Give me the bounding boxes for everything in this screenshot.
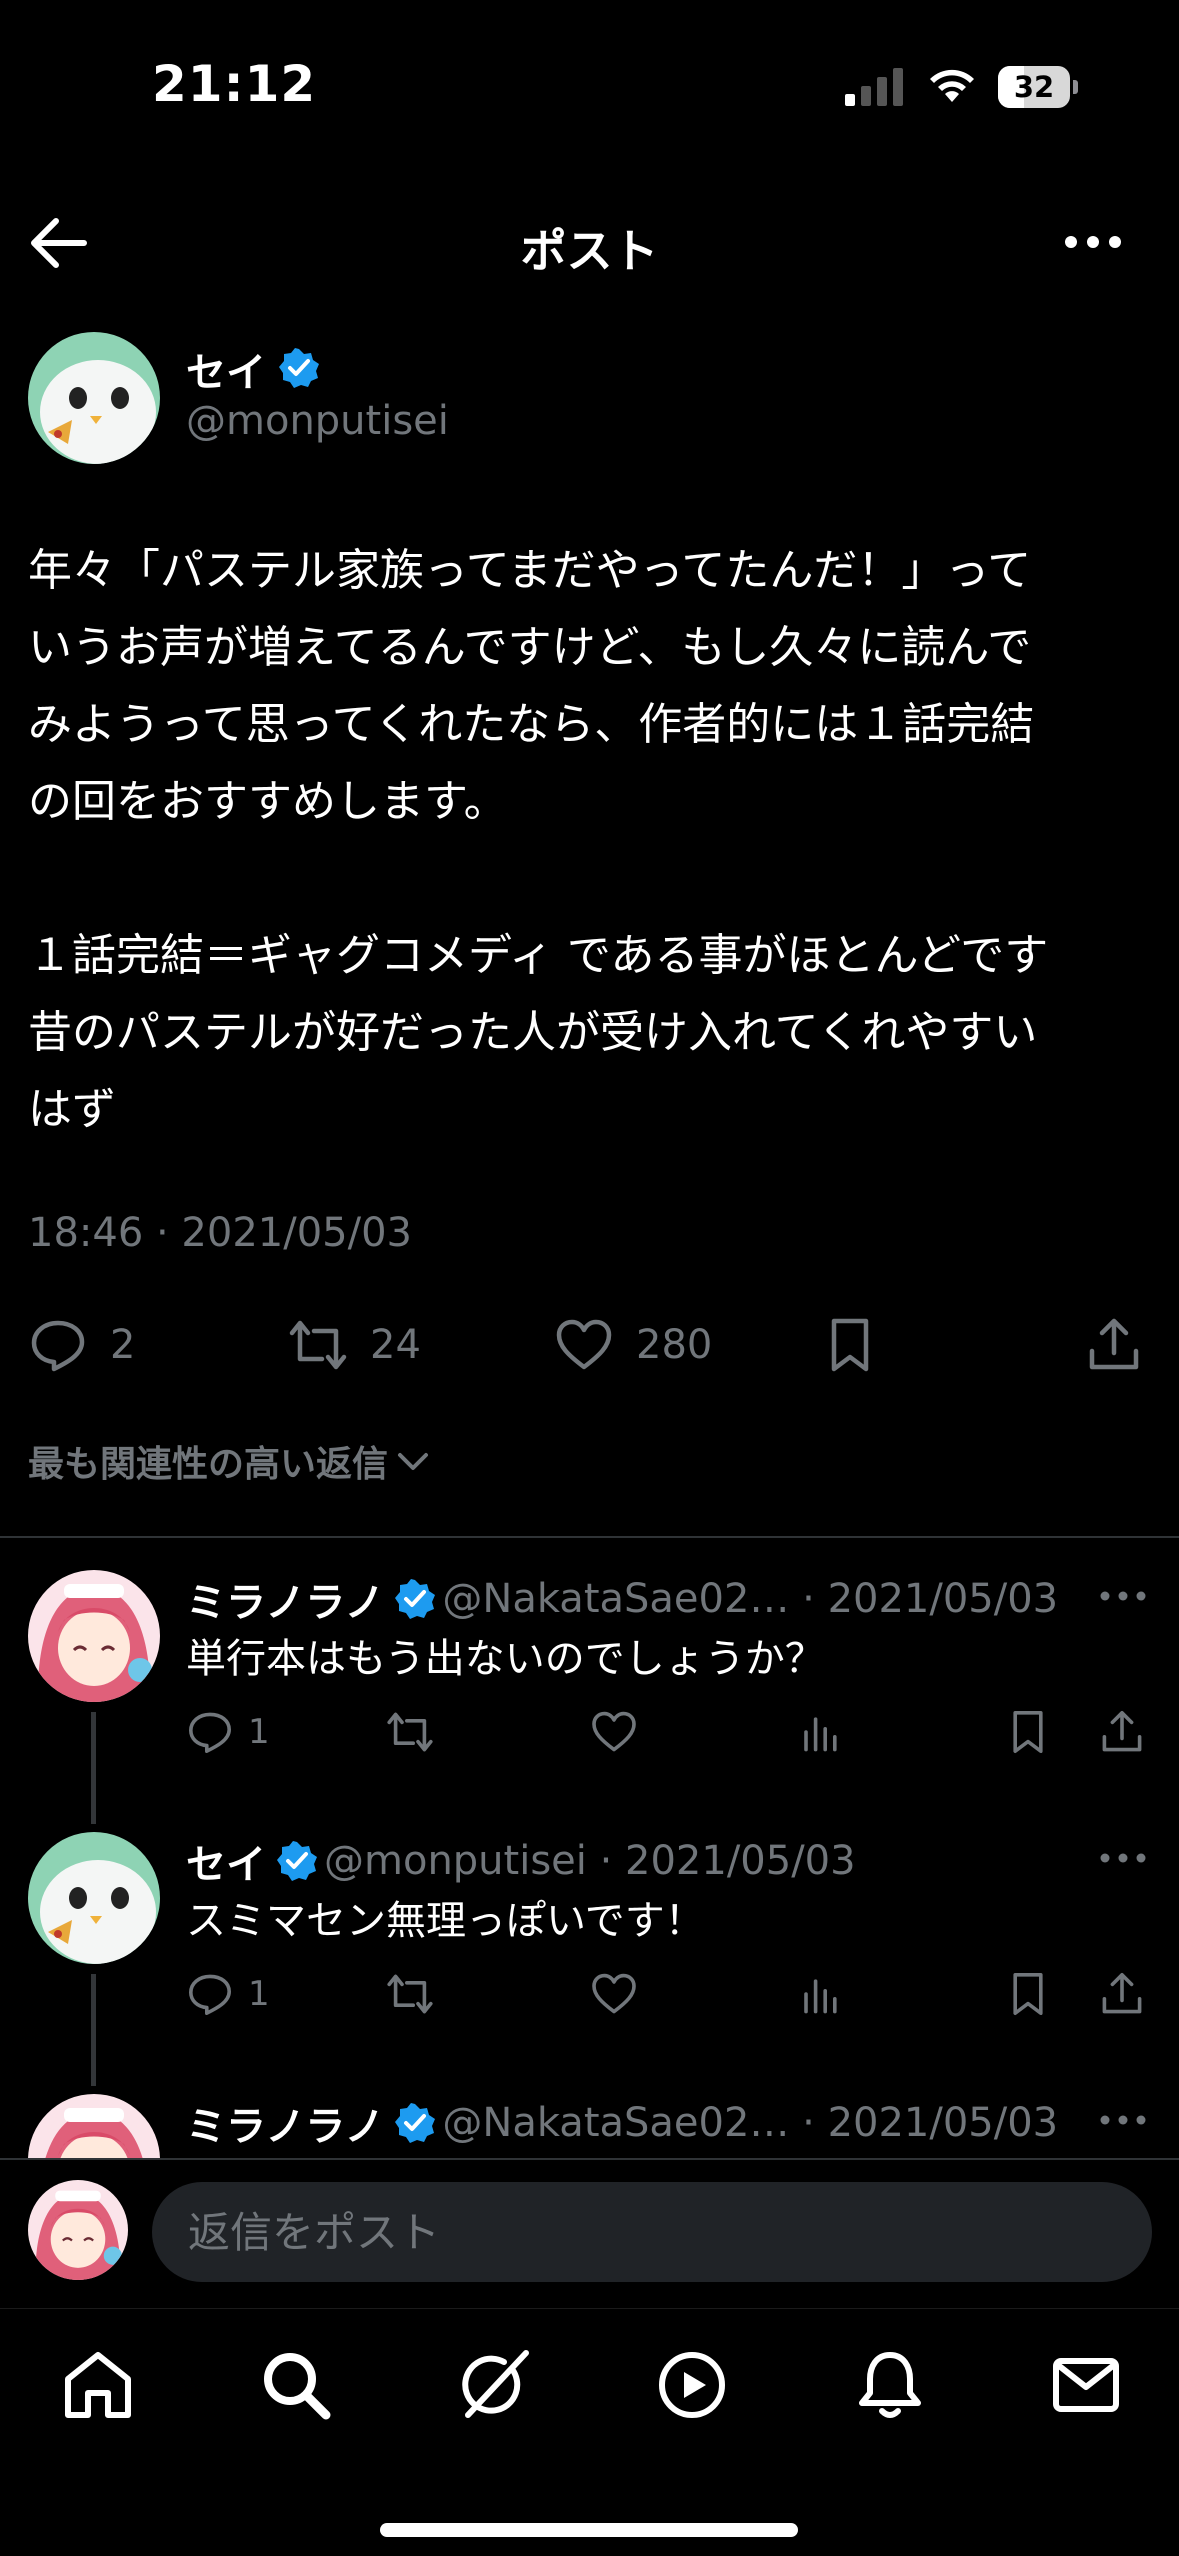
repost-icon (289, 1320, 347, 1370)
repost-icon (387, 1974, 433, 2014)
repost-button[interactable]: 24 (288, 1300, 421, 1390)
reply-icon (189, 1712, 231, 1753)
reply-count: 1 (248, 1712, 270, 1752)
post-text: 年々「パステル家族ってまだやってたんだ！」って いうお声が増えてるんですけど、も… (28, 545, 1049, 1135)
bookmark-button[interactable] (1004, 1964, 1052, 2024)
like-button[interactable] (590, 1964, 638, 2024)
battery-level: 32 (1013, 70, 1055, 104)
reply-actions: 1 (186, 1702, 1146, 1762)
reply-button[interactable]: 2 (28, 1300, 135, 1390)
bookmark-icon (1013, 1973, 1043, 2015)
bookmark-icon (831, 1318, 869, 1372)
repost-count: 24 (370, 1322, 421, 1368)
reply-button[interactable]: 1 (186, 1702, 270, 1762)
author-name[interactable]: セイ (186, 340, 266, 398)
reply-text: スミマセン無理っぽいです！ (186, 1898, 705, 1944)
tab-bar (0, 2308, 1179, 2556)
like-count: 280 (636, 1322, 713, 1368)
reply-composer (0, 2158, 1179, 2308)
repost-button[interactable] (386, 1964, 434, 2024)
reply-header: ミラノラノ @NakataSae02… · 2021/05/03 (186, 1570, 1058, 1628)
author-avatar[interactable] (28, 332, 160, 464)
reply-author-name[interactable]: ミラノラノ (186, 1570, 384, 1628)
more-options-icon[interactable] (1100, 1586, 1146, 1606)
heart-icon (592, 1711, 636, 1752)
reply-author-handle[interactable]: @NakataSae02… · 2021/05/03 (442, 2100, 1058, 2146)
analytics-icon (804, 1717, 837, 1752)
page-title: ポスト (520, 224, 659, 278)
verified-badge-icon (395, 2103, 436, 2143)
reply-text: 単行本はもう出ないのでしょうか？ (186, 1636, 825, 1682)
reply-author-name[interactable]: セイ (186, 1832, 266, 1890)
home-icon[interactable] (58, 2345, 138, 2425)
share-button[interactable] (1098, 1702, 1146, 1762)
reply-author-name[interactable]: ミラノラノ (186, 2094, 384, 2152)
reply-sort-selector[interactable]: 最も関連性の高い返信 (28, 1435, 432, 1487)
views-button[interactable] (798, 1964, 846, 2024)
heart-icon (592, 1973, 636, 2014)
video-icon[interactable] (652, 2345, 732, 2425)
share-icon (1102, 1711, 1142, 1752)
wifi-icon (930, 69, 974, 102)
views-button[interactable] (798, 1702, 846, 1762)
repost-icon (387, 1712, 433, 1752)
reply-icon (31, 1320, 85, 1372)
more-options-icon[interactable] (1064, 227, 1122, 257)
signal-icon (845, 68, 903, 106)
verified-badge-icon (279, 348, 319, 388)
grok-icon[interactable] (454, 2345, 534, 2425)
status-time: 21:12 (152, 55, 317, 113)
reply-header: ミラノラノ @NakataSae02… · 2021/05/03 (186, 2094, 1058, 2152)
battery-icon: 32 (998, 66, 1078, 108)
bookmark-button[interactable] (820, 1300, 880, 1390)
search-icon[interactable] (256, 2345, 336, 2425)
reply-button[interactable]: 1 (186, 1964, 270, 2024)
analytics-icon (804, 1979, 837, 2014)
reply-header: セイ @monputisei · 2021/05/03 (186, 1832, 856, 1890)
reply-icon (189, 1974, 231, 2015)
repost-button[interactable] (386, 1702, 434, 1762)
my-avatar[interactable] (28, 2180, 128, 2280)
reply-item[interactable]: ミラノラノ @NakataSae02… · 2021/05/03 (0, 2094, 1179, 2158)
thread-line (91, 1974, 96, 2086)
share-icon (1089, 1318, 1139, 1370)
like-button[interactable] (590, 1702, 638, 1762)
more-options-icon[interactable] (1100, 2110, 1146, 2130)
notifications-icon[interactable] (850, 2345, 930, 2425)
post-timestamp: 18:46 · 2021/05/03 (28, 1210, 412, 1256)
reply-input[interactable] (152, 2182, 1152, 2282)
chevron-down-icon (398, 1453, 429, 1470)
divider (0, 1536, 1179, 1538)
reply-sort-label: 最も関連性の高い返信 (28, 1444, 389, 1485)
reply-avatar[interactable] (28, 2094, 160, 2158)
thread-line (91, 1712, 96, 1824)
reply-count: 2 (110, 1322, 136, 1368)
reply-author-handle[interactable]: @NakataSae02… · 2021/05/03 (442, 1576, 1058, 1622)
verified-badge-icon (277, 1841, 317, 1881)
messages-icon[interactable] (1046, 2345, 1126, 2425)
share-button[interactable] (1084, 1300, 1144, 1390)
heart-icon (556, 1319, 612, 1370)
reply-author-handle[interactable]: @monputisei · 2021/05/03 (324, 1838, 856, 1884)
verified-badge-icon (395, 1579, 436, 1619)
post-header: ポスト (0, 175, 1179, 310)
more-options-icon[interactable] (1100, 1848, 1146, 1868)
reply-count: 1 (248, 1974, 270, 2014)
home-indicator[interactable] (380, 2523, 798, 2537)
bookmark-icon (1013, 1711, 1043, 1753)
author-handle[interactable]: @monputisei (186, 398, 449, 444)
share-button[interactable] (1098, 1964, 1146, 2024)
like-button[interactable]: 280 (554, 1300, 712, 1390)
reply-actions: 1 (186, 1964, 1146, 2024)
bookmark-button[interactable] (1004, 1702, 1052, 1762)
share-icon (1102, 1973, 1142, 2014)
reply-avatar[interactable] (28, 1570, 160, 1702)
status-bar: 21:12 32 (0, 0, 1179, 175)
reply-avatar[interactable] (28, 1832, 160, 1964)
post-actions: 2 24 280 (0, 1300, 1179, 1390)
